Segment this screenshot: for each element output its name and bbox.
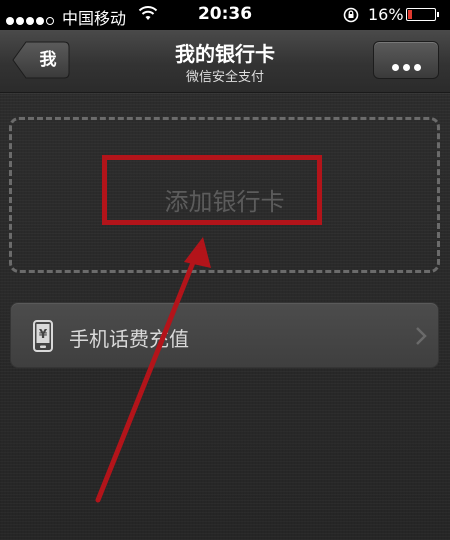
battery-percent: 16%: [368, 5, 404, 24]
more-icon: [374, 56, 438, 75]
annotation-highlight-box: [102, 155, 322, 225]
phone-topup-label: 手机话费充值: [69, 327, 189, 351]
status-bar: 中国移动 20:36 16%: [0, 0, 450, 30]
chevron-right-icon: [416, 327, 427, 345]
phone-yen-icon: ¥: [33, 320, 53, 352]
more-options-button[interactable]: [373, 41, 439, 79]
battery-icon: [406, 8, 439, 21]
navigation-bar: 我 我的银行卡 微信安全支付: [0, 30, 450, 93]
rotation-lock-icon: [343, 7, 359, 23]
phone-topup-item[interactable]: ¥ 手机话费充值: [10, 302, 439, 368]
svg-text:¥: ¥: [39, 327, 48, 341]
